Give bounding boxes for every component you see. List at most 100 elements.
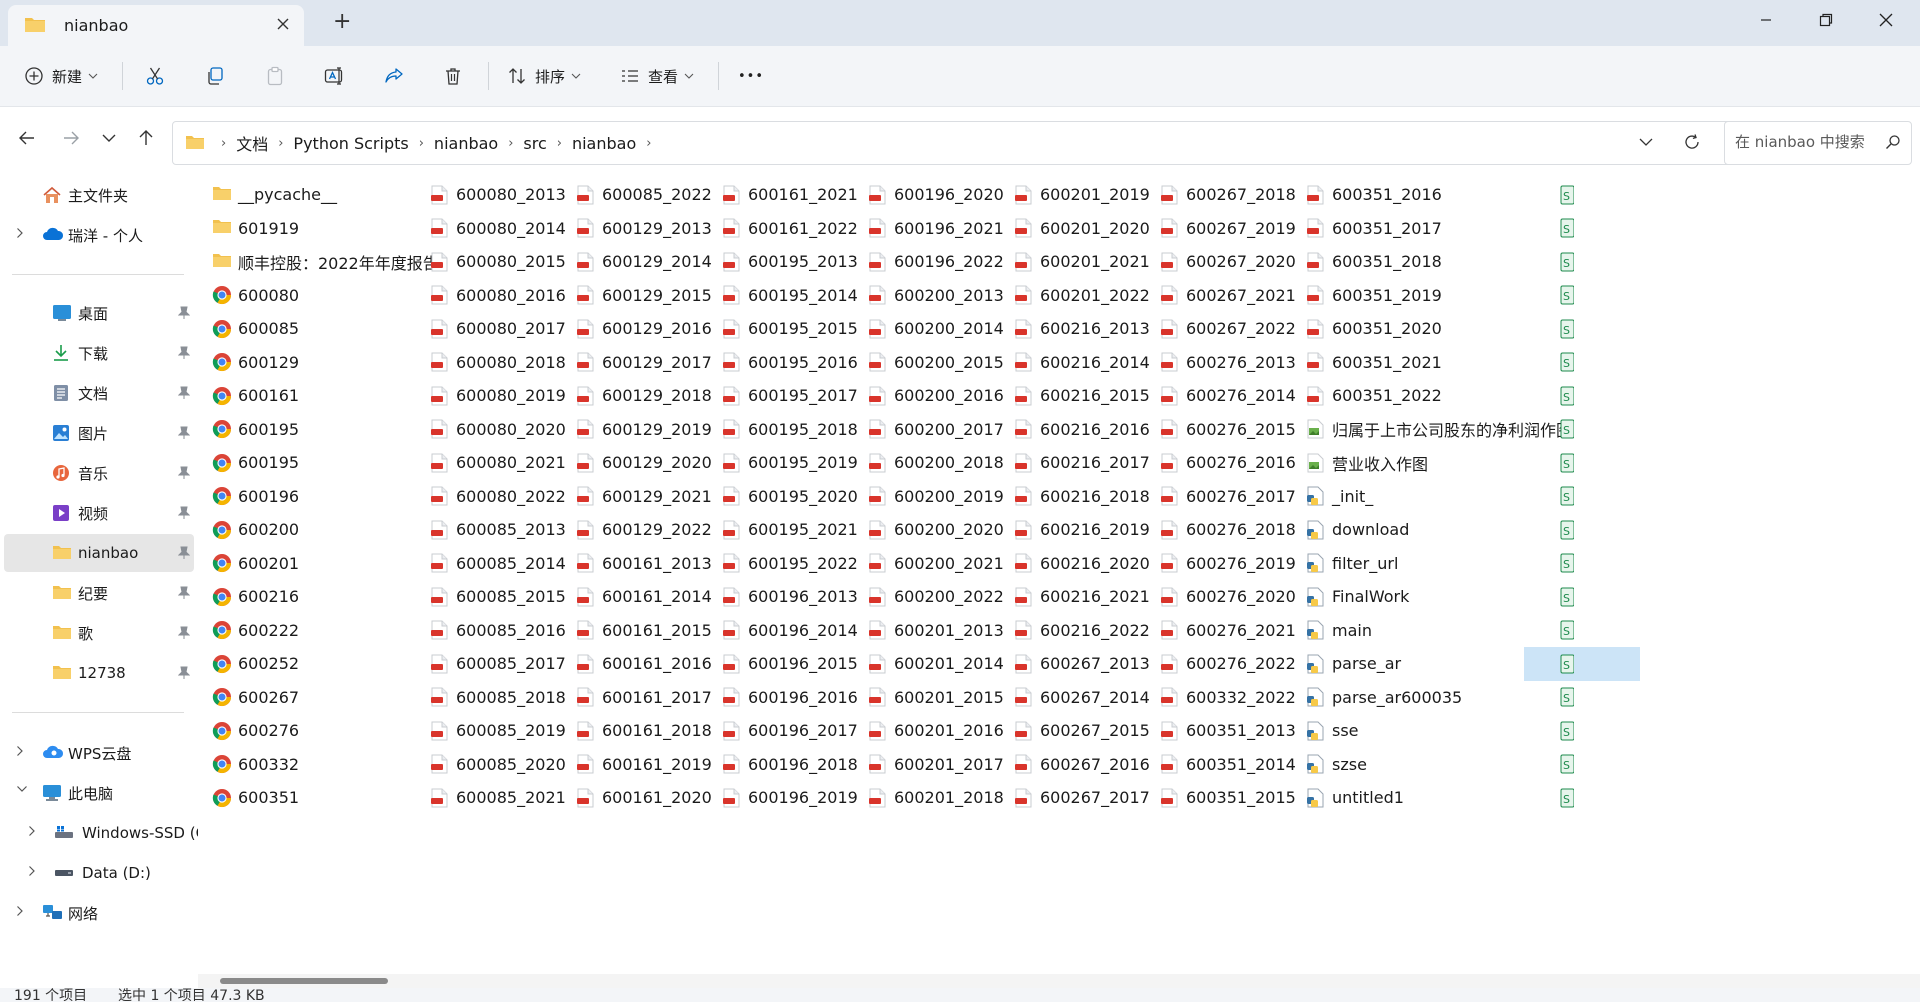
share-button[interactable]	[384, 60, 404, 92]
file-item[interactable]: 600201_2019	[1014, 178, 1150, 212]
file-item[interactable]: 600222	[212, 614, 299, 648]
file-item[interactable]: S	[1560, 614, 1586, 648]
file-item[interactable]: S	[1560, 681, 1586, 715]
file-item[interactable]: 600196_2020	[868, 178, 1004, 212]
file-item[interactable]: 600201_2018	[868, 781, 1004, 815]
file-item[interactable]: 600161_2021	[722, 178, 858, 212]
sidebar-item-home[interactable]: 主文件夹	[4, 176, 194, 214]
file-item[interactable]: 600252	[212, 647, 299, 681]
file-item[interactable]: __pycache__	[212, 178, 337, 212]
file-item[interactable]: 600351_2016	[1306, 178, 1442, 212]
file-item[interactable]: 600276_2015	[1160, 413, 1296, 447]
file-item[interactable]: sse	[1306, 714, 1359, 748]
sidebar-item-jiyao[interactable]: 纪要	[4, 574, 194, 612]
file-item[interactable]: 600332_2022	[1160, 681, 1296, 715]
file-item[interactable]: 600351_2021	[1306, 346, 1442, 380]
sidebar-item-this-pc[interactable]: 此电脑	[4, 774, 194, 812]
file-item[interactable]: S	[1560, 178, 1586, 212]
file-item[interactable]: 600085_2017	[430, 647, 566, 681]
file-item[interactable]: 600080	[212, 279, 299, 313]
file-item[interactable]: 600195_2021	[722, 513, 858, 547]
file-item[interactable]: 600351_2018	[1306, 245, 1442, 279]
file-item[interactable]: 600129_2015	[576, 279, 712, 313]
file-item[interactable]: 600201_2020	[1014, 212, 1150, 246]
file-item[interactable]: 600201	[212, 547, 299, 581]
pin-icon[interactable]	[178, 466, 190, 480]
file-item[interactable]: 600351_2015	[1160, 781, 1296, 815]
sidebar-item-music[interactable]: 音乐	[4, 454, 194, 492]
sidebar-item-downloads[interactable]: 下载	[4, 334, 194, 372]
file-item[interactable]: 600267_2015	[1014, 714, 1150, 748]
file-item[interactable]: 600195_2016	[722, 346, 858, 380]
file-item[interactable]: 600200_2022	[868, 580, 1004, 614]
file-item[interactable]: 600201_2016	[868, 714, 1004, 748]
file-item[interactable]: 600201_2013	[868, 614, 1004, 648]
file-item[interactable]: 600085_2018	[430, 681, 566, 715]
collapse-chevron-icon[interactable]	[16, 785, 28, 793]
file-item[interactable]: szse	[1306, 748, 1367, 782]
file-item[interactable]: 600080_2014	[430, 212, 566, 246]
file-item[interactable]: 600195_2020	[722, 480, 858, 514]
address-history-chevron-icon[interactable]	[1639, 137, 1653, 147]
search-box[interactable]	[1724, 121, 1912, 165]
file-item[interactable]: 600276_2021	[1160, 614, 1296, 648]
breadcrumb-item[interactable]: src	[523, 134, 546, 153]
file-item[interactable]: S	[1560, 446, 1586, 480]
file-item[interactable]: S	[1560, 312, 1586, 346]
breadcrumb-chevron-icon[interactable]: ›	[221, 136, 226, 151]
forward-arrow-icon[interactable]	[62, 129, 80, 147]
file-item[interactable]: 600161_2019	[576, 748, 712, 782]
refresh-icon[interactable]	[1683, 133, 1701, 151]
file-item[interactable]: download	[1306, 513, 1409, 547]
file-item[interactable]: 600216_2021	[1014, 580, 1150, 614]
file-item[interactable]: 600196_2022	[868, 245, 1004, 279]
file-item[interactable]: S	[1560, 212, 1586, 246]
file-item[interactable]: 600200_2014	[868, 312, 1004, 346]
sidebar-item-nianbao[interactable]: nianbao	[4, 534, 194, 572]
file-item[interactable]: 600267_2021	[1160, 279, 1296, 313]
file-item[interactable]: 600200_2013	[868, 279, 1004, 313]
cut-button[interactable]	[145, 60, 165, 92]
file-item[interactable]: 600080_2016	[430, 279, 566, 313]
file-item[interactable]: 600080_2018	[430, 346, 566, 380]
file-item[interactable]: 600216_2014	[1014, 346, 1150, 380]
file-item[interactable]: 600161_2018	[576, 714, 712, 748]
file-item[interactable]: 600216_2013	[1014, 312, 1150, 346]
breadcrumb-chevron-icon[interactable]: ›	[508, 136, 513, 151]
sidebar-item-wps-cloud[interactable]: WPS云盘	[4, 734, 194, 772]
file-item[interactable]: 600129_2019	[576, 413, 712, 447]
file-item[interactable]: 600276_2018	[1160, 513, 1296, 547]
file-item[interactable]: 600267_2022	[1160, 312, 1296, 346]
file-item[interactable]: 600200	[212, 513, 299, 547]
back-arrow-icon[interactable]	[18, 129, 36, 147]
file-item[interactable]: 600085_2016	[430, 614, 566, 648]
file-item[interactable]: 600267_2016	[1014, 748, 1150, 782]
file-item[interactable]: 600200_2018	[868, 446, 1004, 480]
file-item[interactable]: 600276_2017	[1160, 480, 1296, 514]
file-item[interactable]: 600351_2014	[1160, 748, 1296, 782]
file-item[interactable]: 600276_2016	[1160, 446, 1296, 480]
file-item[interactable]: 600267_2019	[1160, 212, 1296, 246]
file-item[interactable]: 600129	[212, 346, 299, 380]
file-item[interactable]: S	[1560, 547, 1586, 581]
pin-icon[interactable]	[178, 546, 190, 560]
file-item[interactable]: 600129_2022	[576, 513, 712, 547]
scrollbar-thumb[interactable]	[220, 978, 388, 984]
file-item[interactable]: 600161	[212, 379, 299, 413]
file-item[interactable]: 600161_2014	[576, 580, 712, 614]
sidebar-item-network[interactable]: 网络	[4, 894, 194, 932]
expand-chevron-icon[interactable]	[28, 865, 36, 877]
file-item[interactable]: 600276_2022	[1160, 647, 1296, 681]
delete-button[interactable]	[443, 60, 463, 92]
file-item[interactable]: 600085	[212, 312, 299, 346]
sidebar-item-pictures[interactable]: 图片	[4, 414, 194, 452]
file-item[interactable]: 营业收入作图	[1306, 446, 1428, 480]
file-item[interactable]: 600200_2020	[868, 513, 1004, 547]
pin-icon[interactable]	[178, 386, 190, 400]
file-item[interactable]: 600080_2019	[430, 379, 566, 413]
file-item[interactable]: 600216_2018	[1014, 480, 1150, 514]
file-item[interactable]: 601919	[212, 212, 299, 246]
up-arrow-icon[interactable]	[137, 129, 155, 147]
file-item[interactable]: 600351_2017	[1306, 212, 1442, 246]
file-item[interactable]: 600201_2014	[868, 647, 1004, 681]
